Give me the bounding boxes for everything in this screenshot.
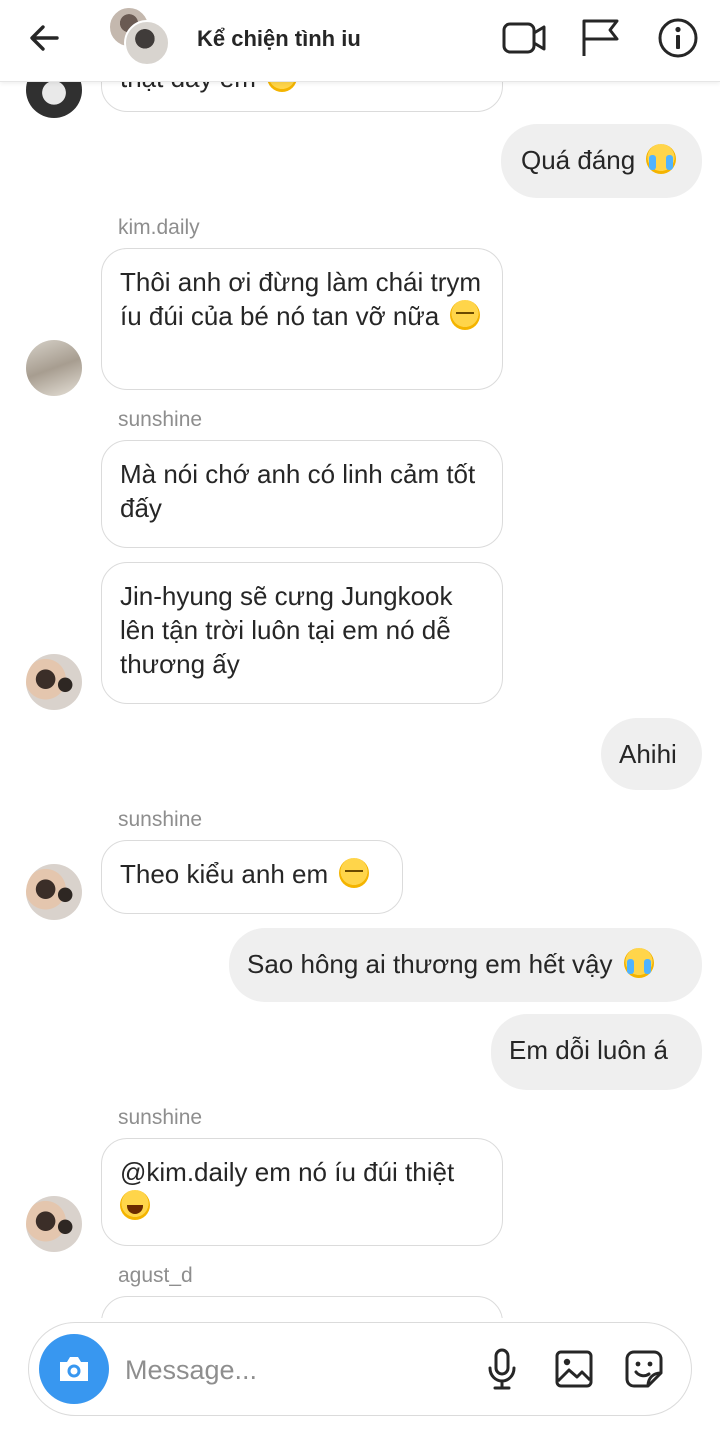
message-text: Quá đáng — [521, 145, 636, 175]
message-text: Mà nói chớ anh có linh cảm tốt đấy — [120, 459, 476, 523]
camera-icon — [60, 1357, 88, 1381]
relieved-face-emoji-icon — [339, 858, 370, 888]
back-button[interactable] — [22, 16, 66, 60]
message-bubble-outgoing[interactable]: Sao hông ai thương em hết vậy — [229, 928, 702, 1002]
camera-button[interactable] — [39, 1334, 109, 1404]
message-bubble-incoming[interactable]: Jin-hyung sẽ cưng Jungkook lên tận trời … — [101, 562, 503, 704]
report-button[interactable] — [578, 16, 622, 60]
loudly-crying-face-emoji-icon — [646, 144, 677, 174]
sender-name: kim.daily — [118, 216, 200, 239]
sticker-icon — [625, 1350, 663, 1388]
microphone-icon — [488, 1348, 516, 1390]
gallery-icon — [555, 1350, 593, 1388]
message-bubble-outgoing[interactable]: Ahihi — [601, 718, 702, 790]
avatar[interactable] — [26, 340, 82, 396]
gallery-button[interactable] — [551, 1346, 597, 1392]
message-text: Ahihi — [619, 739, 677, 769]
avatar[interactable] — [26, 864, 82, 920]
sticker-button[interactable] — [621, 1346, 667, 1392]
sender-name: sunshine — [118, 808, 203, 831]
sender-name: sunshine — [118, 1106, 203, 1129]
message-bubble-incoming[interactable]: Theo kiểu anh em — [101, 840, 403, 914]
video-call-button[interactable] — [502, 16, 546, 60]
message-bubble-outgoing[interactable]: Quá đáng — [501, 124, 702, 198]
message-text: Sao hông ai thương em hết vậy — [247, 949, 613, 979]
group-avatar[interactable] — [108, 6, 170, 68]
sender-name: sunshine — [118, 408, 203, 431]
message-text: Em dỗi luôn á — [509, 1035, 668, 1065]
flag-icon — [582, 19, 619, 56]
relieved-face-emoji-icon — [450, 300, 481, 330]
message-bubble-incoming[interactable]: Thôi anh ơi đừng làm chái trym íu đúi củ… — [101, 248, 503, 390]
voice-message-button[interactable] — [479, 1346, 525, 1392]
chat-title[interactable]: Kể chiện tình iu — [197, 26, 361, 52]
message-text: Thôi anh ơi đừng làm chái trym íu đúi củ… — [120, 267, 482, 331]
message-text: Theo kiểu anh em — [120, 859, 329, 889]
chat-header: Kể chiện tình iu — [0, 0, 720, 82]
message-text: Jin-hyung sẽ cưng Jungkook lên tận trời … — [120, 581, 453, 679]
video-call-icon — [502, 22, 546, 54]
grinning-face-emoji-icon — [120, 1190, 150, 1220]
sender-name: agust_d — [118, 1264, 193, 1287]
avatar[interactable] — [26, 1196, 82, 1252]
message-thread[interactable]: thật đấy em Quá đáng kim.daily Thôi anh … — [0, 0, 720, 1318]
back-arrow-icon — [30, 25, 59, 51]
message-input[interactable] — [125, 1351, 465, 1389]
avatar[interactable] — [26, 654, 82, 710]
loudly-crying-face-emoji-icon — [623, 948, 654, 978]
message-bubble-incoming-partial[interactable] — [101, 1296, 503, 1318]
message-composer — [28, 1322, 692, 1416]
info-button[interactable] — [656, 16, 700, 60]
message-bubble-outgoing[interactable]: Em dỗi luôn á — [491, 1014, 702, 1090]
avatar — [124, 20, 170, 66]
message-text: @kim.daily em nó íu đúi thiệt — [120, 1157, 455, 1187]
message-bubble-incoming[interactable]: @kim.daily em nó íu đúi thiệt — [101, 1138, 503, 1246]
info-icon — [658, 18, 698, 58]
message-bubble-incoming[interactable]: Mà nói chớ anh có linh cảm tốt đấy — [101, 440, 503, 548]
